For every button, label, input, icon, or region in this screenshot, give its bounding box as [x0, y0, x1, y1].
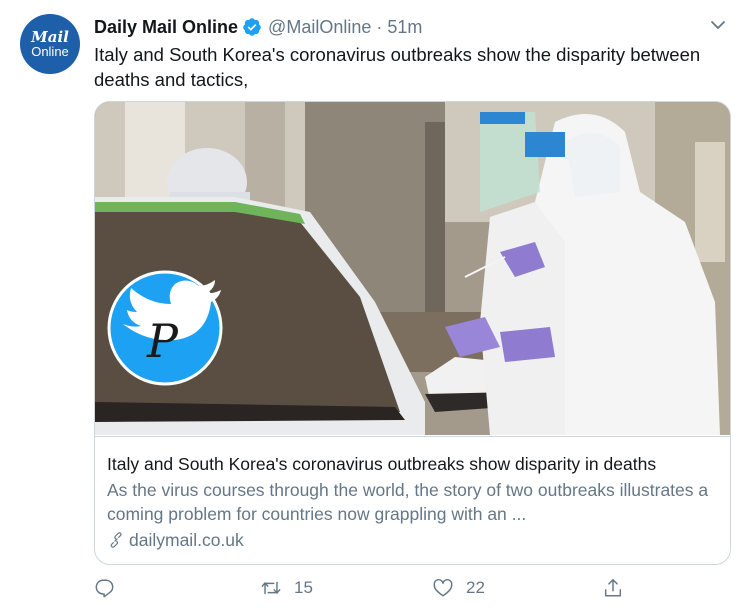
- chevron-down-icon[interactable]: [709, 16, 727, 34]
- tweet-actions: 15 22: [94, 575, 634, 601]
- like-count: 22: [466, 578, 485, 597]
- card-description: As the virus courses through the world, …: [107, 480, 709, 524]
- card-body[interactable]: Italy and South Korea's coronavirus outb…: [95, 436, 730, 564]
- overlay-letter: P: [146, 314, 179, 368]
- card-image: P: [95, 102, 730, 435]
- share-icon: [604, 579, 622, 597]
- reply-button[interactable]: [94, 575, 128, 601]
- card-link[interactable]: dailymail.co.uk: [107, 529, 244, 551]
- tweet-text: Italy and South Korea's coronavirus outb…: [94, 44, 701, 90]
- avatar-logo-line2: Online: [31, 43, 69, 59]
- tweet-timestamp[interactable]: 51m: [387, 17, 422, 38]
- separator-dot: ·: [376, 16, 383, 37]
- heart-icon: [433, 579, 453, 597]
- share-button[interactable]: [602, 575, 624, 601]
- link-card[interactable]: P Italy and South Korea's coronavirus ou…: [94, 101, 731, 565]
- link-icon: [110, 532, 122, 548]
- retweet-button[interactable]: 15: [260, 575, 313, 601]
- tweet[interactable]: Mail Online Daily Mail Online @MailOnlin…: [0, 0, 749, 611]
- avatar[interactable]: Mail Online: [20, 14, 80, 74]
- like-button[interactable]: 22: [432, 575, 485, 601]
- author-handle[interactable]: @MailOnline: [268, 17, 371, 38]
- reply-icon: [95, 579, 114, 598]
- retweet-count: 15: [294, 578, 313, 597]
- verified-badge-icon: [242, 17, 262, 37]
- avatar-logo-line1: Mail: [31, 27, 69, 46]
- card-title: Italy and South Korea's coronavirus outb…: [107, 454, 657, 474]
- tweet-header: Daily Mail Online @MailOnline · 51m: [94, 14, 422, 40]
- retweet-icon: [261, 581, 281, 595]
- author-name[interactable]: Daily Mail Online: [94, 17, 238, 38]
- card-link-text: dailymail.co.uk: [129, 530, 244, 550]
